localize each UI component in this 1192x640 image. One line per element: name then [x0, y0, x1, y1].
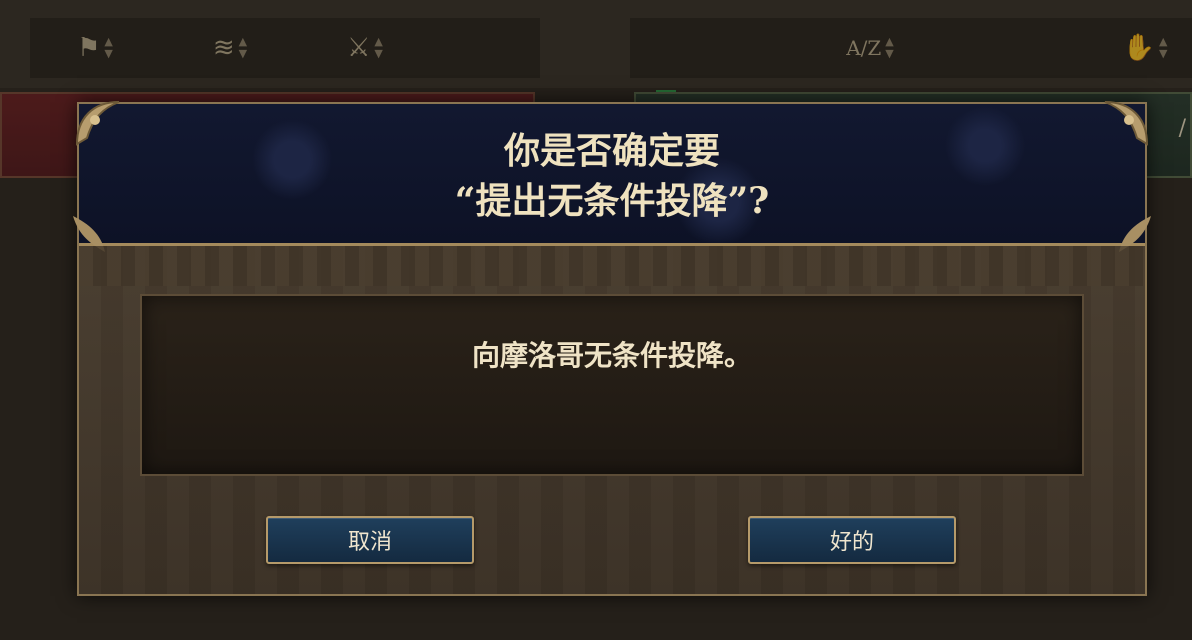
cancel-button[interactable]: 取消 — [266, 516, 474, 564]
dialog-title: 你是否确定要 “提出无条件投降”? — [79, 126, 1145, 226]
dialog-header: 你是否确定要 “提出无条件投降”? — [73, 101, 1151, 252]
dialog-title-line2: “提出无条件投降”? — [454, 180, 770, 222]
dialog-message: 向摩洛哥无条件投降。 — [471, 339, 752, 372]
cancel-button-label: 取消 — [347, 530, 392, 555]
ok-button[interactable]: 好的 — [748, 516, 956, 564]
surrender-confirm-dialog: 你是否确定要 “提出无条件投降”? 向摩洛哥无条件投降。 取消 好的 — [73, 101, 1151, 596]
ok-button-label: 好的 — [829, 530, 874, 555]
dialog-title-line1: 你是否确定要 — [503, 130, 720, 172]
decorative-frieze — [79, 246, 1145, 286]
message-panel: 向摩洛哥无条件投降。 — [140, 294, 1084, 476]
